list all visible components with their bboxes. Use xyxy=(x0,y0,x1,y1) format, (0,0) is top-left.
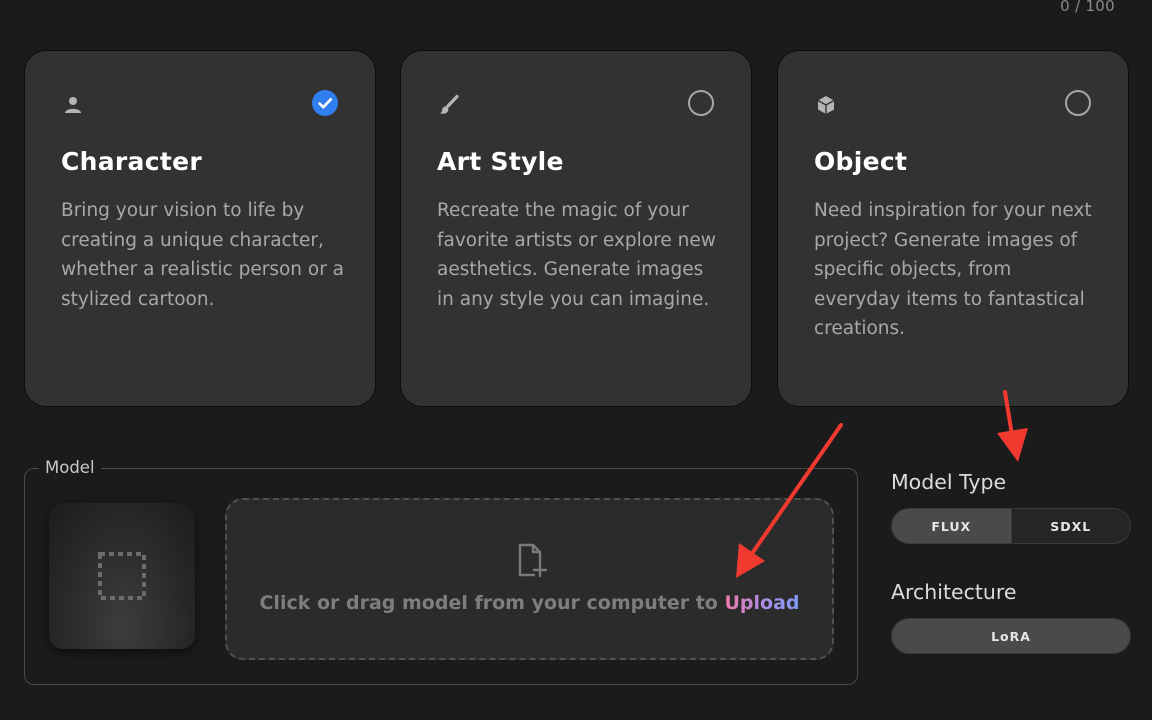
architecture-label: Architecture xyxy=(891,580,1017,604)
person-icon xyxy=(65,97,81,113)
check-icon xyxy=(318,98,333,109)
file-add-icon xyxy=(518,543,548,578)
card-title: Art Style xyxy=(437,147,564,176)
card-art-style-radio[interactable] xyxy=(688,90,714,116)
model-thumbnail xyxy=(49,503,195,649)
model-type-option-sdxl[interactable]: SDXL xyxy=(1010,509,1131,543)
dropzone-text: Click or drag model from your computer t… xyxy=(227,592,832,614)
architecture-option-lora[interactable]: LoRA xyxy=(892,619,1130,653)
model-section-label: Model xyxy=(39,458,101,477)
model-type-label: Model Type xyxy=(891,470,1007,494)
card-character-radio[interactable] xyxy=(312,90,338,116)
model-upload-dropzone[interactable]: Click or drag model from your computer t… xyxy=(225,498,834,660)
model-type-toggle: FLUX SDXL xyxy=(891,508,1131,544)
architecture-select: LoRA xyxy=(891,618,1131,654)
card-description: Need inspiration for your next project? … xyxy=(814,200,1092,339)
character-counter: 0 / 100 xyxy=(1060,0,1115,15)
dropzone-instruction: Click or drag model from your computer t… xyxy=(259,592,718,614)
card-art-style[interactable]: Art Style Recreate the magic of your fav… xyxy=(400,50,752,407)
card-description: Bring your vision to life by creating a … xyxy=(61,200,345,310)
paintbrush-icon xyxy=(440,94,459,114)
model-type-option-flux[interactable]: FLUX xyxy=(892,509,1011,543)
card-title: Object xyxy=(814,147,908,176)
image-placeholder-icon xyxy=(98,552,146,600)
card-object-radio[interactable] xyxy=(1065,90,1091,116)
card-character[interactable]: Character Bring your vision to life by c… xyxy=(24,50,376,407)
card-description: Recreate the magic of your favorite arti… xyxy=(437,200,716,310)
cube-icon xyxy=(817,96,835,114)
card-object[interactable]: Object Need inspiration for your next pr… xyxy=(777,50,1129,407)
upload-link[interactable]: Upload xyxy=(724,592,799,614)
card-title: Character xyxy=(61,147,202,176)
